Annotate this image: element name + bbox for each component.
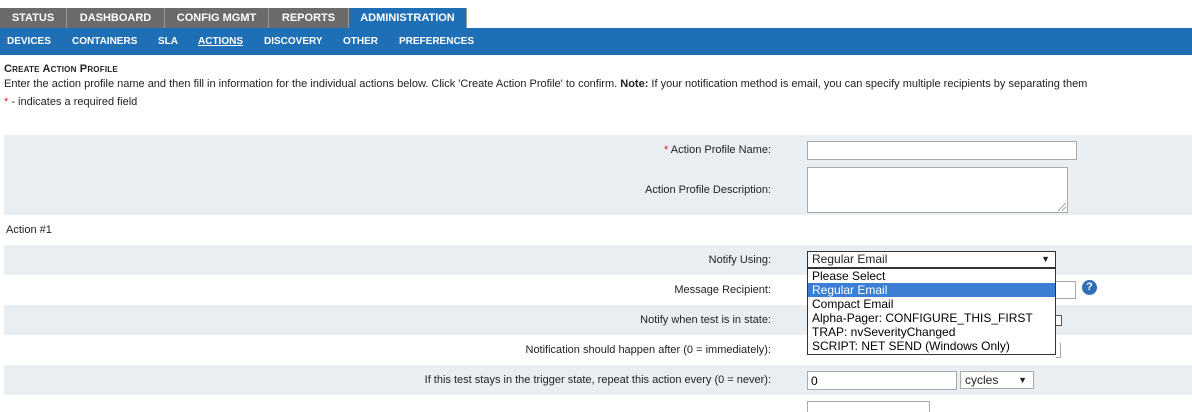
notify-using-label: Notify Using: xyxy=(708,254,771,266)
tab-reports[interactable]: REPORTS xyxy=(269,8,349,28)
subtab-sla[interactable]: SLA xyxy=(158,28,178,55)
notify-using-dropdown: Please Select Regular Email Compact Emai… xyxy=(807,268,1056,355)
message-recipient-label: Message Recipient: xyxy=(674,284,771,296)
row-schedule xyxy=(4,395,1192,406)
option-please-select[interactable]: Please Select xyxy=(808,269,1055,283)
tab-config-mgmt[interactable]: CONFIG MGMT xyxy=(165,8,269,28)
repeat-unit-select[interactable]: cycles ▼ xyxy=(960,371,1034,389)
instructions-note-label: Note: xyxy=(620,78,649,90)
notify-after-unit-select[interactable] xyxy=(1056,343,1061,358)
repeat-unit-value: cycles xyxy=(965,373,999,387)
subtab-preferences[interactable]: PREFERENCES xyxy=(399,28,474,55)
option-trap[interactable]: TRAP: nvSeverityChanged xyxy=(808,325,1055,339)
dropdown-arrow-icon: ▼ xyxy=(1041,254,1050,264)
action-section-label: Action #1 xyxy=(6,224,52,236)
required-star: * xyxy=(664,144,669,156)
subtab-discovery[interactable]: DISCOVERY xyxy=(264,28,323,55)
repeat-input[interactable] xyxy=(807,371,957,390)
profile-name-label: * Action Profile Name: xyxy=(664,144,771,156)
main-navigation: STATUS DASHBOARD CONFIG MGMT REPORTS ADM… xyxy=(0,0,1192,28)
dropdown-arrow-icon: ▼ xyxy=(1018,375,1027,385)
page-title: Create Action Profile xyxy=(4,63,118,75)
profile-name-label-text: Action Profile Name: xyxy=(670,144,771,156)
option-script-net-send[interactable]: SCRIPT: NET SEND (Windows Only) xyxy=(808,339,1055,353)
instructions-part-b: If your notification method is email, yo… xyxy=(648,78,1088,90)
tab-status[interactable]: STATUS xyxy=(0,8,67,28)
option-regular-email[interactable]: Regular Email xyxy=(808,283,1055,297)
sub-navigation: DEVICES CONTAINERS SLA ACTIONS DISCOVERY… xyxy=(0,28,1192,55)
notify-using-select[interactable]: Regular Email ▼ xyxy=(807,251,1056,268)
help-icon[interactable]: ? xyxy=(1082,280,1097,295)
tab-administration[interactable]: ADMINISTRATION xyxy=(349,8,467,28)
required-field-note: * - indicates a required field xyxy=(4,96,137,108)
subtab-containers[interactable]: CONTAINERS xyxy=(72,28,137,55)
subtab-other[interactable]: OTHER xyxy=(343,28,378,55)
resize-grip-icon[interactable] xyxy=(1058,203,1066,211)
instructions-text: Enter the action profile name and then f… xyxy=(4,78,1087,90)
row-action-section: Action #1 xyxy=(4,215,1192,245)
option-alpha-pager[interactable]: Alpha-Pager: CONFIGURE_THIS_FIRST xyxy=(808,311,1055,325)
notify-state-checkbox[interactable] xyxy=(1055,315,1062,326)
required-note-text: - indicates a required field xyxy=(8,96,138,108)
notify-state-label: Notify when test is in state: xyxy=(640,314,771,326)
notify-after-label: Notification should happen after (0 = im… xyxy=(525,344,772,356)
profile-description-textarea[interactable] xyxy=(807,167,1068,213)
notify-using-value: Regular Email xyxy=(812,252,888,266)
subtab-devices[interactable]: DEVICES xyxy=(7,28,51,55)
instructions-part-a: Enter the action profile name and then f… xyxy=(4,78,621,90)
option-compact-email[interactable]: Compact Email xyxy=(808,297,1055,311)
profile-description-label: Action Profile Description: xyxy=(645,184,771,196)
repeat-label: If this test stays in the trigger state,… xyxy=(424,374,771,386)
tab-dashboard[interactable]: DASHBOARD xyxy=(67,8,165,28)
profile-name-input[interactable] xyxy=(807,141,1077,160)
message-recipient-input[interactable] xyxy=(1056,281,1076,299)
schedule-select[interactable] xyxy=(807,401,930,412)
subtab-actions[interactable]: ACTIONS xyxy=(198,28,243,55)
